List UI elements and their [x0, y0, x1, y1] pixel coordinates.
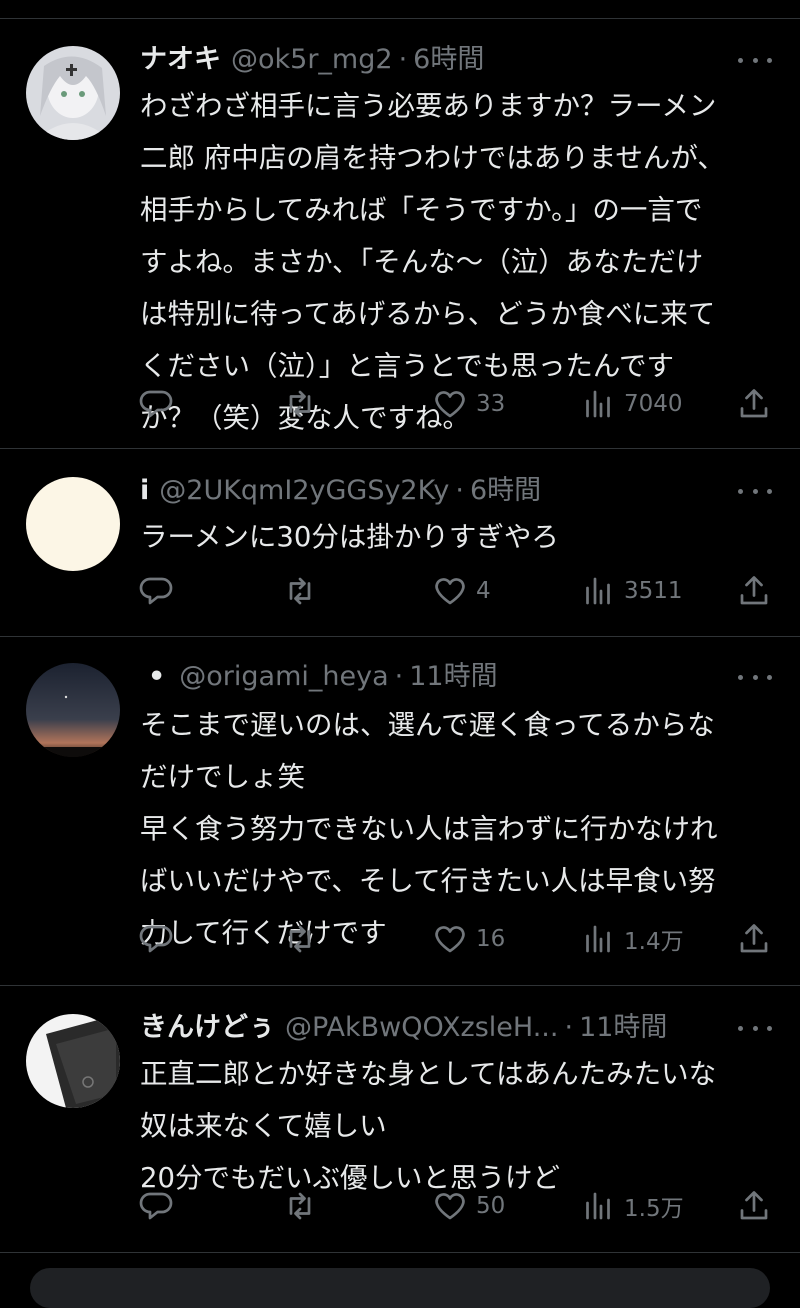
like-count: 16 [476, 926, 506, 952]
tweet-header: きんけどぅ @PAkBwQOXzsleH... · 11時間 [140, 1008, 710, 1048]
tweet-header: • @origami_heya · 11時間 [140, 657, 710, 697]
views-icon [586, 925, 610, 953]
like-button[interactable]: 16 [432, 919, 505, 959]
like-button[interactable]: 50 [432, 1186, 505, 1226]
heart-icon [435, 391, 465, 418]
like-count: 50 [476, 1193, 506, 1219]
views-icon [586, 390, 610, 418]
share-button[interactable] [736, 384, 772, 424]
share-icon [740, 576, 768, 605]
separator-dot: · [398, 44, 408, 75]
retweet-icon [289, 577, 311, 605]
timestamp[interactable]: 11時間 [409, 657, 497, 697]
avatar[interactable] [26, 663, 120, 757]
timestamp[interactable]: 6時間 [413, 40, 484, 80]
reply-icon [139, 577, 173, 605]
more-icon[interactable] [738, 1016, 772, 1040]
reply-button[interactable] [138, 571, 174, 611]
reply-button[interactable] [138, 1186, 174, 1226]
like-count: 4 [476, 578, 491, 604]
like-count: 33 [476, 391, 506, 417]
tweet[interactable]: ナオキ @ok5r_mg2 · 6時間 わざわざ相手に言う必要ありますか？ラーメ… [0, 18, 800, 449]
tweet[interactable]: • @origami_heya · 11時間 そこまで遅いのは、選んで遅く食って… [0, 637, 800, 986]
share-button[interactable] [736, 919, 772, 959]
retweet-button[interactable] [282, 384, 318, 424]
view-count: 1.5万 [624, 1196, 684, 1222]
user-handle[interactable]: @PAkBwQOXzsleH... [285, 1008, 558, 1048]
tweet-text: 正直二郎とか好きな身としてはあんたみたいな 奴は来なくて嬉しい 20分でもだいぶ… [140, 1058, 717, 1194]
views-icon [586, 1192, 610, 1220]
views-icon [586, 577, 610, 605]
retweet-button[interactable] [282, 571, 318, 611]
display-name[interactable]: ナオキ [140, 40, 221, 80]
heart-icon [435, 578, 465, 605]
reply-icon [139, 925, 173, 953]
view-count: 3511 [624, 578, 683, 604]
tweet[interactable]: きんけどぅ @PAkBwQOXzsleH... · 11時間 正直二郎とか好きな… [0, 986, 800, 1253]
views-button[interactable]: 3511 [580, 571, 683, 611]
tweet-text: ラーメンに30分は掛かりすぎやろ [140, 521, 559, 553]
more-icon[interactable] [738, 479, 772, 503]
tweet-header: ナオキ @ok5r_mg2 · 6時間 [140, 40, 710, 80]
reply-icon [139, 390, 173, 418]
display-name[interactable]: i [140, 471, 149, 511]
share-button[interactable] [736, 571, 772, 611]
action-bar: 16 1.4万 [138, 919, 778, 959]
separator-dot: · [394, 661, 404, 692]
retweet-icon [289, 390, 311, 418]
view-count: 1.4万 [624, 929, 684, 955]
separator-dot: · [455, 475, 464, 506]
like-button[interactable]: 33 [432, 384, 505, 424]
avatar[interactable] [26, 46, 120, 140]
views-button[interactable]: 7040 [580, 384, 683, 424]
share-icon [740, 1191, 768, 1220]
reply-button[interactable] [138, 919, 174, 959]
heart-icon [435, 926, 465, 953]
avatar[interactable] [26, 477, 120, 571]
display-name[interactable]: • [148, 657, 165, 697]
reply-button[interactable] [138, 384, 174, 424]
user-handle[interactable]: @2UKqmI2yGGSy2Ky [159, 471, 449, 511]
reply-icon [139, 1192, 173, 1220]
user-handle[interactable]: @ok5r_mg2 [231, 40, 393, 80]
retweet-icon [289, 1192, 311, 1220]
retweet-button[interactable] [282, 1186, 318, 1226]
views-button[interactable]: 1.5万 [580, 1186, 684, 1226]
action-bar: 33 7040 [138, 384, 778, 424]
retweet-button[interactable] [282, 919, 318, 959]
more-icon[interactable] [738, 48, 772, 72]
like-button[interactable]: 4 [432, 571, 491, 611]
avatar[interactable] [26, 1014, 120, 1108]
share-icon [740, 924, 768, 953]
reply-composer-bar[interactable] [30, 1268, 770, 1308]
more-icon[interactable] [738, 665, 772, 689]
action-bar: 4 3511 [138, 571, 778, 611]
timestamp[interactable]: 6時間 [470, 471, 541, 511]
separator-dot: · [564, 1012, 574, 1043]
retweet-icon [289, 925, 311, 953]
tweet-header: i @2UKqmI2yGGSy2Ky · 6時間 [140, 471, 710, 511]
display-name[interactable]: きんけどぅ [140, 1008, 275, 1048]
tweet[interactable]: i @2UKqmI2yGGSy2Ky · 6時間 ラーメンに30分は掛かりすぎや… [0, 449, 800, 637]
views-button[interactable]: 1.4万 [580, 919, 684, 959]
heart-icon [435, 1193, 465, 1220]
share-icon [740, 389, 768, 418]
share-button[interactable] [736, 1186, 772, 1226]
view-count: 7040 [624, 391, 683, 417]
action-bar: 50 1.5万 [138, 1186, 778, 1226]
timestamp[interactable]: 11時間 [579, 1008, 667, 1048]
user-handle[interactable]: @origami_heya [179, 657, 388, 697]
